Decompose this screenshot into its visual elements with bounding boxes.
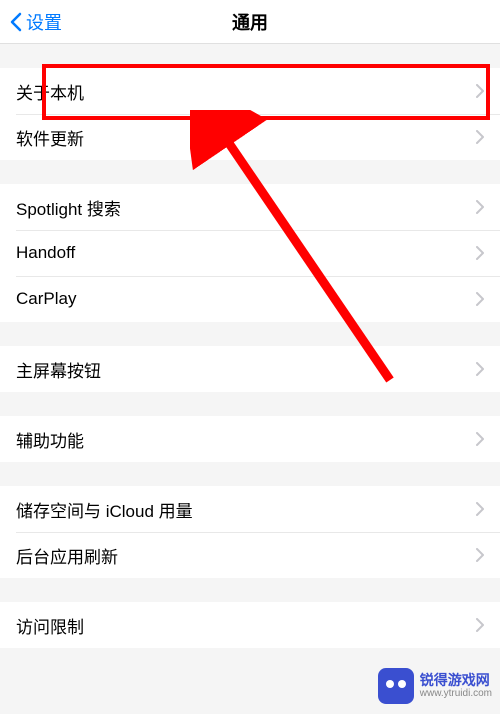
background-refresh-item[interactable]: 后台应用刷新 xyxy=(0,532,500,578)
home-button-item[interactable]: 主屏幕按钮 xyxy=(0,346,500,392)
chevron-right-icon xyxy=(476,200,484,214)
list-item-label: 辅助功能 xyxy=(16,427,476,452)
list-group: 关于本机软件更新 xyxy=(0,68,500,160)
list-item-label: 关于本机 xyxy=(16,79,476,104)
navigation-bar: 设置 通用 xyxy=(0,0,500,44)
chevron-right-icon xyxy=(476,432,484,446)
settings-general-screen: 设置 通用 关于本机软件更新 Spotlight 搜索 Handoff CarPlay… xyxy=(0,0,500,714)
list-item-label: 访问限制 xyxy=(16,613,476,638)
watermark: 锐得游戏网 www.ytruidi.com xyxy=(378,668,492,704)
watermark-title: 锐得游戏网 xyxy=(420,673,492,688)
list-item-label: 储存空间与 iCloud 用量 xyxy=(16,497,476,522)
list-group: 储存空间与 iCloud 用量后台应用刷新 xyxy=(0,486,500,578)
page-title: 通用 xyxy=(232,9,268,35)
list-item-label: 后台应用刷新 xyxy=(16,543,476,568)
software-update-item[interactable]: 软件更新 xyxy=(0,114,500,160)
list-group: 访问限制 xyxy=(0,602,500,648)
watermark-logo-icon xyxy=(378,668,414,704)
chevron-right-icon xyxy=(476,84,484,98)
storage-icloud-item[interactable]: 储存空间与 iCloud 用量 xyxy=(0,486,500,532)
chevron-right-icon xyxy=(476,618,484,632)
list-group: 主屏幕按钮 xyxy=(0,346,500,392)
chevron-right-icon xyxy=(476,362,484,376)
carplay-item[interactable]: CarPlay xyxy=(0,276,500,322)
back-label: 设置 xyxy=(26,9,62,35)
handoff-item[interactable]: Handoff xyxy=(0,230,500,276)
chevron-right-icon xyxy=(476,292,484,306)
chevron-right-icon xyxy=(476,246,484,260)
accessibility-item[interactable]: 辅助功能 xyxy=(0,416,500,462)
chevron-right-icon xyxy=(476,502,484,516)
list-group: 辅助功能 xyxy=(0,416,500,462)
watermark-url: www.ytruidi.com xyxy=(420,688,492,699)
restrictions-item[interactable]: 访问限制 xyxy=(0,602,500,648)
about-item[interactable]: 关于本机 xyxy=(0,68,500,114)
list-item-label: 主屏幕按钮 xyxy=(16,357,476,382)
chevron-right-icon xyxy=(476,548,484,562)
spotlight-item[interactable]: Spotlight 搜索 xyxy=(0,184,500,230)
back-button[interactable]: 设置 xyxy=(0,9,62,35)
list-item-label: 软件更新 xyxy=(16,125,476,150)
list-group: Spotlight 搜索 Handoff CarPlay xyxy=(0,184,500,322)
list-item-label: Handoff xyxy=(16,243,476,263)
list-item-label: CarPlay xyxy=(16,289,476,309)
list-item-label: Spotlight 搜索 xyxy=(16,195,476,220)
chevron-right-icon xyxy=(476,130,484,144)
chevron-left-icon xyxy=(10,12,22,32)
